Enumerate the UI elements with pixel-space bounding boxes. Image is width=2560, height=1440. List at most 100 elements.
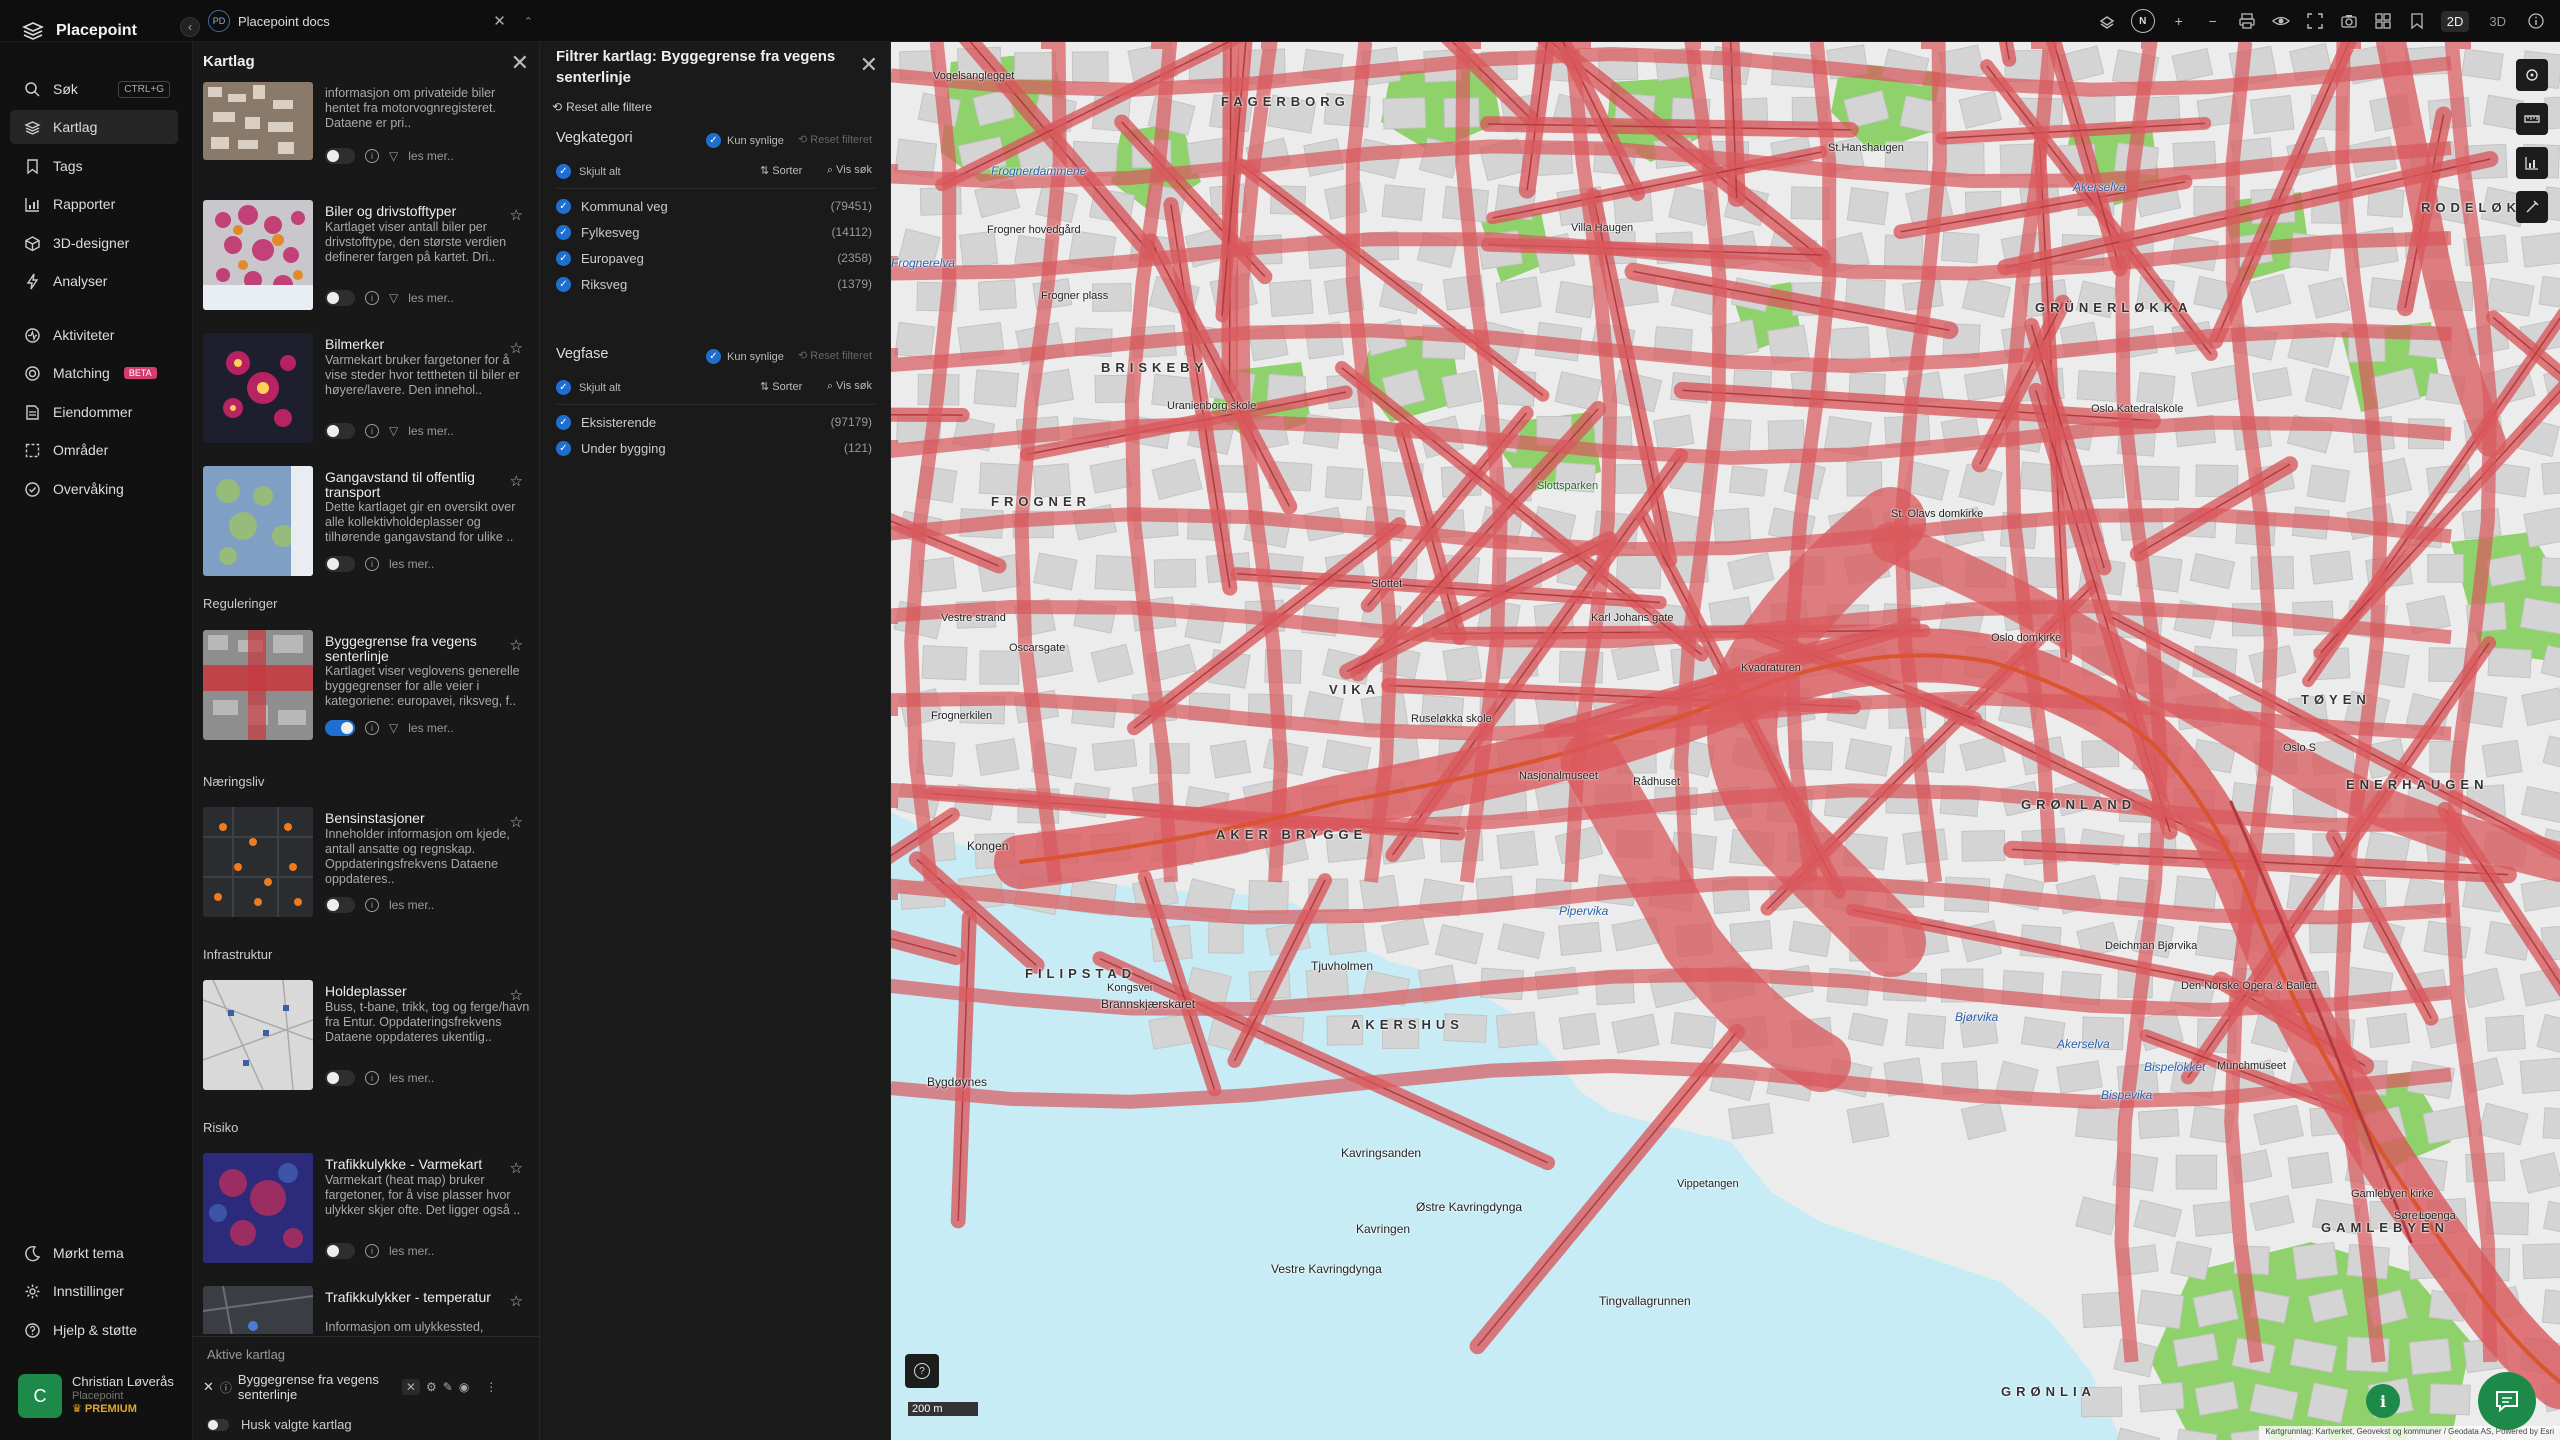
layer-card[interactable]: Bilmerker ☆ Varmekart bruker fargetoner … xyxy=(203,333,533,445)
info-icon[interactable]: i xyxy=(365,557,379,571)
remove-icon[interactable]: ✕ xyxy=(203,1379,214,1395)
eye-icon[interactable]: ◉ xyxy=(459,1380,469,1394)
check-icon[interactable]: ✓ xyxy=(556,440,571,456)
filter-icon[interactable]: ▽ xyxy=(389,424,398,438)
active-layer-row[interactable]: ✕ ⓘ Byggegrense fra vegens senterlinje ✕… xyxy=(203,1367,531,1407)
layer-card-active[interactable]: Byggegrense fra vegens senterlinje ☆ Kar… xyxy=(203,630,533,742)
edit-icon[interactable]: ✎ xyxy=(443,1380,453,1394)
filter-row[interactable]: ✓ Under bygging (121) xyxy=(556,435,876,461)
layer-toggle[interactable] xyxy=(325,148,355,164)
read-more-link[interactable]: les mer.. xyxy=(389,1071,434,1085)
layer-card[interactable]: informasjon om privateide biler hentet f… xyxy=(203,82,533,164)
reset-filter-button[interactable]: ⟲ Reset filteret xyxy=(798,349,872,362)
search-button[interactable]: ⌕ Vis søk xyxy=(827,164,872,177)
nav-item-areas[interactable]: Områder xyxy=(10,433,178,467)
hide-all-toggle[interactable]: ✓ Skjult alt xyxy=(556,164,621,179)
layer-card[interactable]: Biler og drivstofftyper ☆ Kartlaget vise… xyxy=(203,200,533,312)
filter-icon[interactable]: ▽ xyxy=(389,721,398,735)
nav-item-analyses[interactable]: Analyser xyxy=(10,264,178,298)
sort-button[interactable]: ⇅ Sorter xyxy=(760,380,802,393)
view-3d-button[interactable]: 3D xyxy=(2483,11,2512,32)
info-icon[interactable]: i xyxy=(365,898,379,912)
filter-row[interactable]: ✓ Kommunal veg (79451) xyxy=(556,193,876,219)
map-tool-button[interactable] xyxy=(2516,103,2548,135)
view-2d-button[interactable]: 2D xyxy=(2440,10,2470,32)
more-icon[interactable]: ⋮ xyxy=(485,1380,497,1394)
check-icon[interactable]: ✓ xyxy=(556,414,571,430)
layer-card[interactable]: Trafikkulykke - Varmekart ☆ Varmekart (h… xyxy=(203,1153,533,1265)
star-icon[interactable]: ☆ xyxy=(510,472,523,490)
bookmark-icon[interactable] xyxy=(2407,11,2427,31)
layer-toggle[interactable] xyxy=(325,897,355,913)
nav-item-search[interactable]: Søk CTRL+G xyxy=(10,72,178,106)
close-doc-icon[interactable]: ✕ xyxy=(493,12,506,30)
nav-item-3d-designer[interactable]: 3D-designer xyxy=(10,226,178,260)
search-button[interactable]: ⌕ Vis søk xyxy=(827,380,872,393)
layer-toggle[interactable] xyxy=(325,290,355,306)
reset-all-button[interactable]: ⟲ Reset alle filtere xyxy=(552,100,652,114)
info-icon[interactable] xyxy=(2526,11,2546,31)
read-more-link[interactable]: les mer.. xyxy=(408,721,453,735)
filter-icon[interactable]: ▽ xyxy=(389,291,398,305)
camera-icon[interactable] xyxy=(2339,11,2359,31)
zoom-in-icon[interactable]: + xyxy=(2169,11,2189,31)
nav-item-matching[interactable]: Matching BETA xyxy=(10,356,178,390)
read-more-link[interactable]: les mer.. xyxy=(389,898,434,912)
info-icon[interactable]: i xyxy=(365,721,379,735)
star-icon[interactable]: ☆ xyxy=(510,1292,523,1310)
chat-button[interactable] xyxy=(2478,1372,2536,1430)
close-icon[interactable]: ✕ xyxy=(511,50,529,76)
layer-card[interactable]: Holdeplasser ☆ Buss, t-bane, trikk, tog … xyxy=(203,980,533,1092)
map-tool-button[interactable] xyxy=(2516,191,2548,223)
collapse-sidebar-button[interactable]: ‹ xyxy=(180,17,200,37)
layer-card[interactable]: Trafikkulykker - temperatur ☆ Informasjo… xyxy=(203,1286,533,1334)
info-icon[interactable]: ⓘ xyxy=(220,1379,232,1396)
brand[interactable]: Placepoint xyxy=(22,20,137,42)
info-icon[interactable]: i xyxy=(365,149,379,163)
check-icon[interactable]: ✓ xyxy=(556,250,571,266)
nav-item-properties[interactable]: Eiendommer xyxy=(10,395,178,429)
layer-toggle[interactable] xyxy=(325,1243,355,1259)
only-visible-toggle[interactable]: ✓ Kun synlige xyxy=(706,133,784,148)
info-icon[interactable]: i xyxy=(365,1071,379,1085)
chevron-updown-icon[interactable]: ⌃ xyxy=(524,15,533,28)
nav-item-reports[interactable]: Rapporter xyxy=(10,187,178,221)
filter-row[interactable]: ✓ Fylkesveg (14112) xyxy=(556,219,876,245)
close-icon[interactable]: ✕ xyxy=(860,52,878,78)
layer-card[interactable]: Gangavstand til offentlig transport ☆ De… xyxy=(203,466,533,578)
compass-icon[interactable]: N xyxy=(2130,9,2155,33)
layer-toggle[interactable] xyxy=(325,423,355,439)
nav-item-settings[interactable]: Innstillinger xyxy=(10,1274,178,1308)
map-canvas[interactable]: FAGERBORG BRISKEBY FROGNER AKER BRYGGE F… xyxy=(891,42,2560,1440)
read-more-link[interactable]: les mer.. xyxy=(408,291,453,305)
sort-button[interactable]: ⇅ Sorter xyxy=(760,164,802,177)
remember-toggle[interactable] xyxy=(207,1418,229,1431)
eye-icon[interactable] xyxy=(2271,11,2291,31)
layers-stack-icon[interactable] xyxy=(2097,11,2117,31)
read-more-link[interactable]: les mer.. xyxy=(389,1244,434,1258)
user-card[interactable]: C Christian Løverås Placepoint ♛ PREMIUM xyxy=(18,1374,188,1424)
nav-item-layers[interactable]: Kartlag xyxy=(10,110,178,144)
settings-icon[interactable]: ⚙ xyxy=(426,1380,437,1394)
nav-item-help[interactable]: Hjelp & støtte xyxy=(10,1313,178,1347)
print-icon[interactable] xyxy=(2237,11,2257,31)
star-icon[interactable]: ☆ xyxy=(510,636,523,654)
zoom-out-icon[interactable]: − xyxy=(2203,11,2223,31)
check-icon[interactable]: ✓ xyxy=(556,224,571,240)
reset-filter-button[interactable]: ⟲ Reset filteret xyxy=(798,133,872,146)
filter-row[interactable]: ✓ Europaveg (2358) xyxy=(556,245,876,271)
clear-icon[interactable]: ✕ xyxy=(401,1379,420,1395)
nav-item-dark-theme[interactable]: Mørkt tema xyxy=(10,1236,178,1270)
layer-toggle[interactable] xyxy=(325,720,355,736)
filter-icon[interactable]: ▽ xyxy=(389,149,398,163)
hide-all-toggle[interactable]: ✓ Skjult alt xyxy=(556,380,621,395)
check-icon[interactable]: ✓ xyxy=(556,198,571,214)
check-icon[interactable]: ✓ xyxy=(556,276,571,292)
info-fab[interactable]: i xyxy=(2366,1384,2400,1418)
read-more-link[interactable]: les mer.. xyxy=(389,557,434,571)
filter-row[interactable]: ✓ Riksveg (1379) xyxy=(556,271,876,297)
nav-item-monitoring[interactable]: Overvåking xyxy=(10,472,178,506)
layer-toggle[interactable] xyxy=(325,1070,355,1086)
layer-card[interactable]: Bensinstasjoner ☆ Inneholder informasjon… xyxy=(203,807,533,919)
only-visible-toggle[interactable]: ✓ Kun synlige xyxy=(706,349,784,364)
